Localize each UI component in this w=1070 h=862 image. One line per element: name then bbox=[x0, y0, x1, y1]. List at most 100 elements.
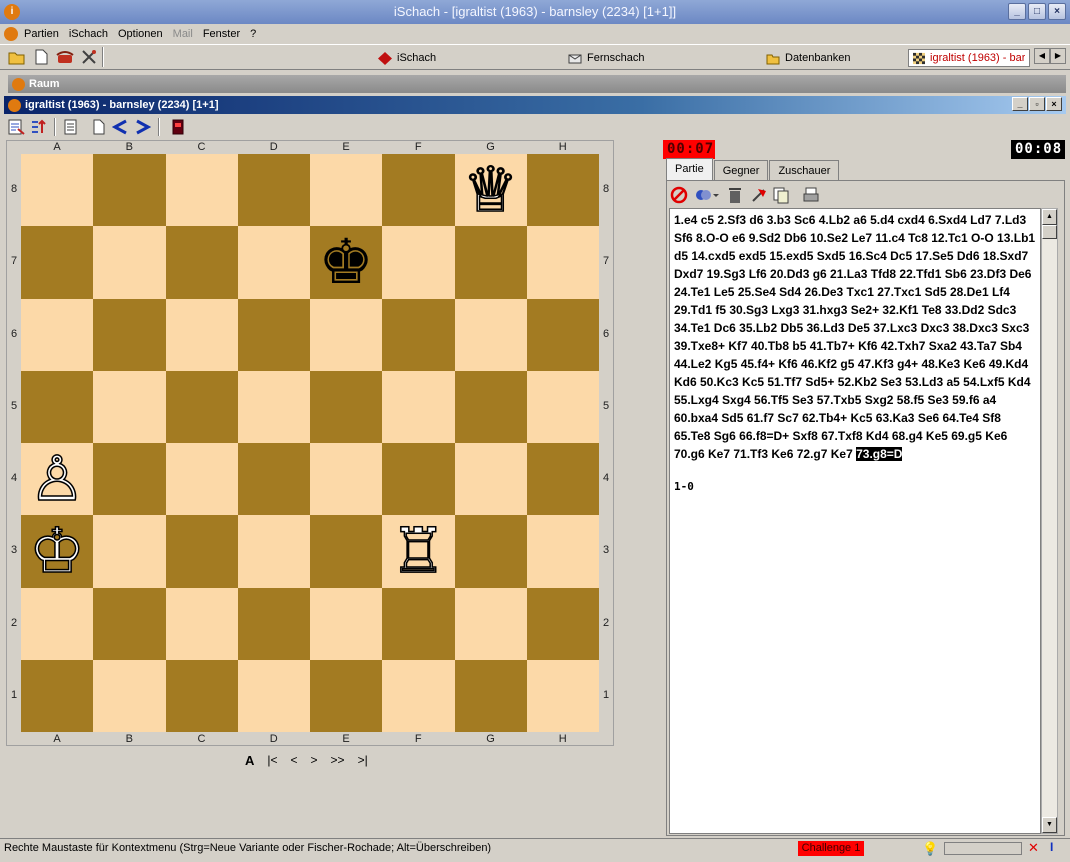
setup-position-icon[interactable] bbox=[30, 119, 47, 135]
black-king-icon[interactable]: ♚ bbox=[316, 230, 376, 294]
tab-partie[interactable]: Partie bbox=[666, 158, 713, 180]
tab-scroll-left-icon[interactable]: ◀ bbox=[1034, 48, 1050, 64]
lightbulb-icon[interactable]: 💡 bbox=[922, 841, 938, 857]
square-d5[interactable] bbox=[237, 370, 310, 443]
square-g1[interactable] bbox=[454, 659, 527, 732]
square-c5[interactable] bbox=[165, 370, 238, 443]
white-pawn-icon[interactable]: ♙ bbox=[27, 446, 87, 512]
resign-icon[interactable] bbox=[750, 186, 768, 204]
scroll-up-icon[interactable]: ▲ bbox=[1042, 209, 1057, 225]
square-h1[interactable] bbox=[526, 659, 599, 732]
square-e7[interactable]: ♚ bbox=[310, 226, 383, 299]
menu-fenster[interactable]: Fenster bbox=[203, 28, 240, 40]
square-a6[interactable] bbox=[21, 298, 94, 371]
square-e1[interactable] bbox=[310, 659, 383, 732]
notation-icon[interactable] bbox=[62, 119, 79, 135]
square-c3[interactable] bbox=[165, 515, 238, 588]
game-restore-button[interactable]: ▫ bbox=[1029, 97, 1045, 111]
square-h7[interactable] bbox=[526, 226, 599, 299]
new-game-icon[interactable] bbox=[90, 119, 107, 135]
square-b1[interactable] bbox=[93, 659, 166, 732]
tab-scroll-right-icon[interactable]: ▶ bbox=[1050, 48, 1066, 64]
system-menu-icon[interactable] bbox=[4, 27, 18, 41]
square-b7[interactable] bbox=[93, 226, 166, 299]
square-d2[interactable] bbox=[237, 587, 310, 660]
new-document-icon[interactable] bbox=[32, 49, 50, 65]
square-c2[interactable] bbox=[165, 587, 238, 660]
tab-ischach[interactable]: iSchach bbox=[378, 49, 436, 67]
square-c4[interactable] bbox=[165, 443, 238, 516]
last-move-button[interactable]: >| bbox=[358, 753, 368, 768]
info-icon[interactable]: I bbox=[1050, 840, 1053, 854]
square-d3[interactable] bbox=[237, 515, 310, 588]
square-c8[interactable] bbox=[165, 154, 238, 227]
white-rook-icon[interactable]: ♖ bbox=[388, 518, 448, 584]
square-h2[interactable] bbox=[526, 587, 599, 660]
print-icon[interactable] bbox=[802, 186, 820, 204]
square-g8[interactable]: ♕ bbox=[454, 154, 527, 227]
first-move-button[interactable]: |< bbox=[267, 753, 277, 768]
white-queen-icon[interactable]: ♕ bbox=[461, 157, 521, 223]
square-b2[interactable] bbox=[93, 587, 166, 660]
square-b4[interactable] bbox=[93, 443, 166, 516]
square-d7[interactable] bbox=[237, 226, 310, 299]
move-list-scrollbar[interactable]: ▲ ▼ bbox=[1041, 208, 1058, 834]
move-forward-icon[interactable] bbox=[134, 119, 151, 135]
copy-icon[interactable] bbox=[772, 186, 790, 204]
square-b3[interactable] bbox=[93, 515, 166, 588]
square-g6[interactable] bbox=[454, 298, 527, 371]
square-h4[interactable] bbox=[526, 443, 599, 516]
square-b8[interactable] bbox=[93, 154, 166, 227]
game-minimize-button[interactable]: _ bbox=[1012, 97, 1028, 111]
challenge-badge[interactable]: Challenge 1 bbox=[798, 841, 864, 856]
close-button[interactable]: × bbox=[1048, 3, 1066, 20]
square-f3[interactable]: ♖ bbox=[382, 515, 455, 588]
square-f7[interactable] bbox=[382, 226, 455, 299]
square-f4[interactable] bbox=[382, 443, 455, 516]
tab-current-game[interactable]: igraltist (1963) - barn... bbox=[908, 49, 1030, 67]
game-close-button[interactable]: × bbox=[1046, 97, 1062, 111]
square-h3[interactable] bbox=[526, 515, 599, 588]
raum-bar[interactable]: Raum bbox=[8, 75, 1066, 93]
draw-offer-icon[interactable] bbox=[694, 186, 720, 204]
square-f5[interactable] bbox=[382, 370, 455, 443]
square-g7[interactable] bbox=[454, 226, 527, 299]
square-c7[interactable] bbox=[165, 226, 238, 299]
square-d8[interactable] bbox=[237, 154, 310, 227]
square-a3[interactable]: ♔ bbox=[21, 515, 94, 588]
square-h6[interactable] bbox=[526, 298, 599, 371]
white-king-icon[interactable]: ♔ bbox=[27, 518, 87, 584]
settings-tools-icon[interactable] bbox=[80, 49, 98, 65]
square-h5[interactable] bbox=[526, 370, 599, 443]
square-a4[interactable]: ♙ bbox=[21, 443, 94, 516]
square-f1[interactable] bbox=[382, 659, 455, 732]
tab-fernschach[interactable]: Fernschach bbox=[568, 49, 644, 67]
square-f6[interactable] bbox=[382, 298, 455, 371]
trash-icon[interactable] bbox=[726, 186, 744, 204]
move-list[interactable]: 1.e4 c5 2.Sf3 d6 3.b3 Sc6 4.Lb2 a6 5.d4 … bbox=[669, 208, 1041, 834]
square-a7[interactable] bbox=[21, 226, 94, 299]
chessboard[interactable]: ♕ ♚ ♙ ♔ ♖ bbox=[21, 154, 599, 732]
square-e6[interactable] bbox=[310, 298, 383, 371]
square-e4[interactable] bbox=[310, 443, 383, 516]
square-e8[interactable] bbox=[310, 154, 383, 227]
square-g4[interactable] bbox=[454, 443, 527, 516]
square-h8[interactable] bbox=[526, 154, 599, 227]
next-move-button[interactable]: > bbox=[311, 753, 318, 768]
square-e2[interactable] bbox=[310, 587, 383, 660]
scroll-thumb[interactable] bbox=[1042, 225, 1057, 239]
menu-optionen[interactable]: Optionen bbox=[118, 28, 163, 40]
square-a8[interactable] bbox=[21, 154, 94, 227]
maximize-button[interactable]: □ bbox=[1028, 3, 1046, 20]
square-a5[interactable] bbox=[21, 370, 94, 443]
current-move[interactable]: 73.g8=D bbox=[856, 447, 903, 461]
square-b6[interactable] bbox=[93, 298, 166, 371]
scroll-down-icon[interactable]: ▼ bbox=[1042, 817, 1057, 833]
open-folder-icon[interactable] bbox=[8, 49, 26, 65]
tab-datenbanken[interactable]: Datenbanken bbox=[766, 49, 850, 67]
move-back-icon[interactable] bbox=[112, 119, 129, 135]
square-b5[interactable] bbox=[93, 370, 166, 443]
disconnect-icon[interactable]: ✕ bbox=[1028, 840, 1039, 856]
minimize-button[interactable]: _ bbox=[1008, 3, 1026, 20]
menu-help[interactable]: ? bbox=[250, 28, 256, 40]
